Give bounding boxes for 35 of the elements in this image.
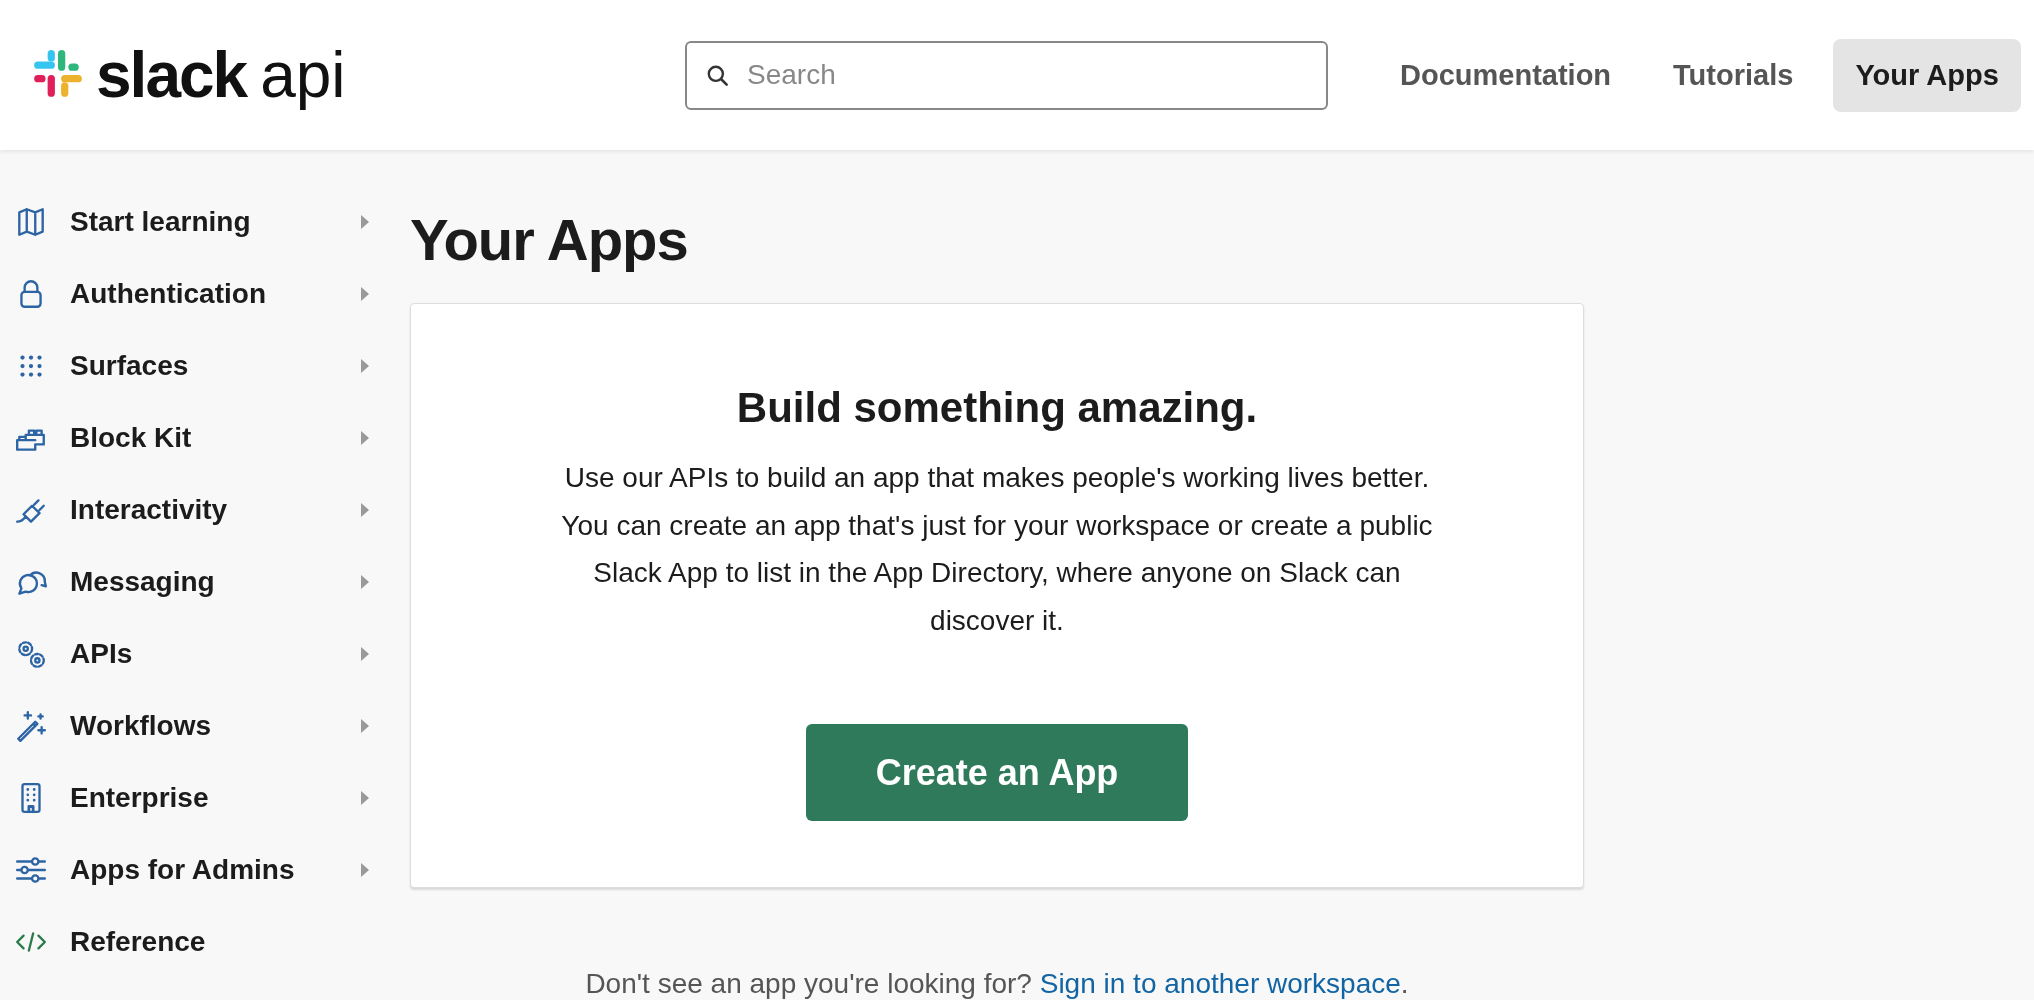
card-heading: Build something amazing. (735, 384, 1259, 432)
sidebar-item[interactable]: Workflows (14, 690, 380, 762)
sidebar-item[interactable]: Messaging (14, 546, 380, 618)
card-description: Use our APIs to build an app that makes people's working lives better. You can create an app that's just for your workspace or create a public Slack App to list in the App Directory, where anyone on Slack can discover it. (560, 461, 1434, 638)
magic-wand-icon (14, 709, 48, 743)
sidebar-label: Interactivity (70, 494, 229, 526)
page-title: Your Apps (410, 206, 689, 273)
sidebar-item[interactable]: Enterprise (14, 762, 380, 834)
sidebar-label: Surfaces (70, 350, 190, 382)
footer-text: Don't see an app you're looking for? (585, 968, 1032, 1000)
sidebar-item[interactable]: Reference (14, 906, 380, 978)
nav-link[interactable]: Tutorials (1651, 38, 1816, 112)
sidebar-label: Block Kit (70, 422, 193, 454)
sign-in-link[interactable]: Sign in to another workspace (1039, 968, 1401, 1000)
sidebar-item[interactable]: Authentication (14, 258, 380, 330)
sidebar-item[interactable]: Block Kit (14, 402, 380, 474)
sidebar-label: Workflows (70, 710, 213, 742)
sidebar-item[interactable]: Surfaces (14, 330, 380, 402)
sidebar-item[interactable]: Apps for Admins (14, 834, 380, 906)
sidebar-label: Apps for Admins (70, 854, 296, 886)
sidebar-label: APIs (70, 638, 134, 670)
sidebar-item[interactable]: Interactivity (14, 474, 380, 546)
sidebar-label: Messaging (70, 566, 216, 598)
logo-wordmark: slack (96, 43, 247, 107)
sidebar-item[interactable]: Start learning (14, 186, 380, 258)
sidebar-label: Enterprise (70, 782, 210, 814)
footer-period: . (1400, 968, 1409, 1000)
sidebar-item[interactable]: APIs (14, 618, 380, 690)
sidebar-label: Authentication (70, 278, 267, 310)
sidebar-label: Start learning (70, 206, 252, 238)
sidebar-label: Reference (70, 926, 207, 958)
nav-link[interactable]: Your Apps (1833, 38, 2021, 112)
create-app-button[interactable]: Create an App (806, 724, 1188, 822)
search-field[interactable]: Search (685, 40, 1328, 110)
nav-link[interactable]: Documentation (1378, 38, 1634, 112)
